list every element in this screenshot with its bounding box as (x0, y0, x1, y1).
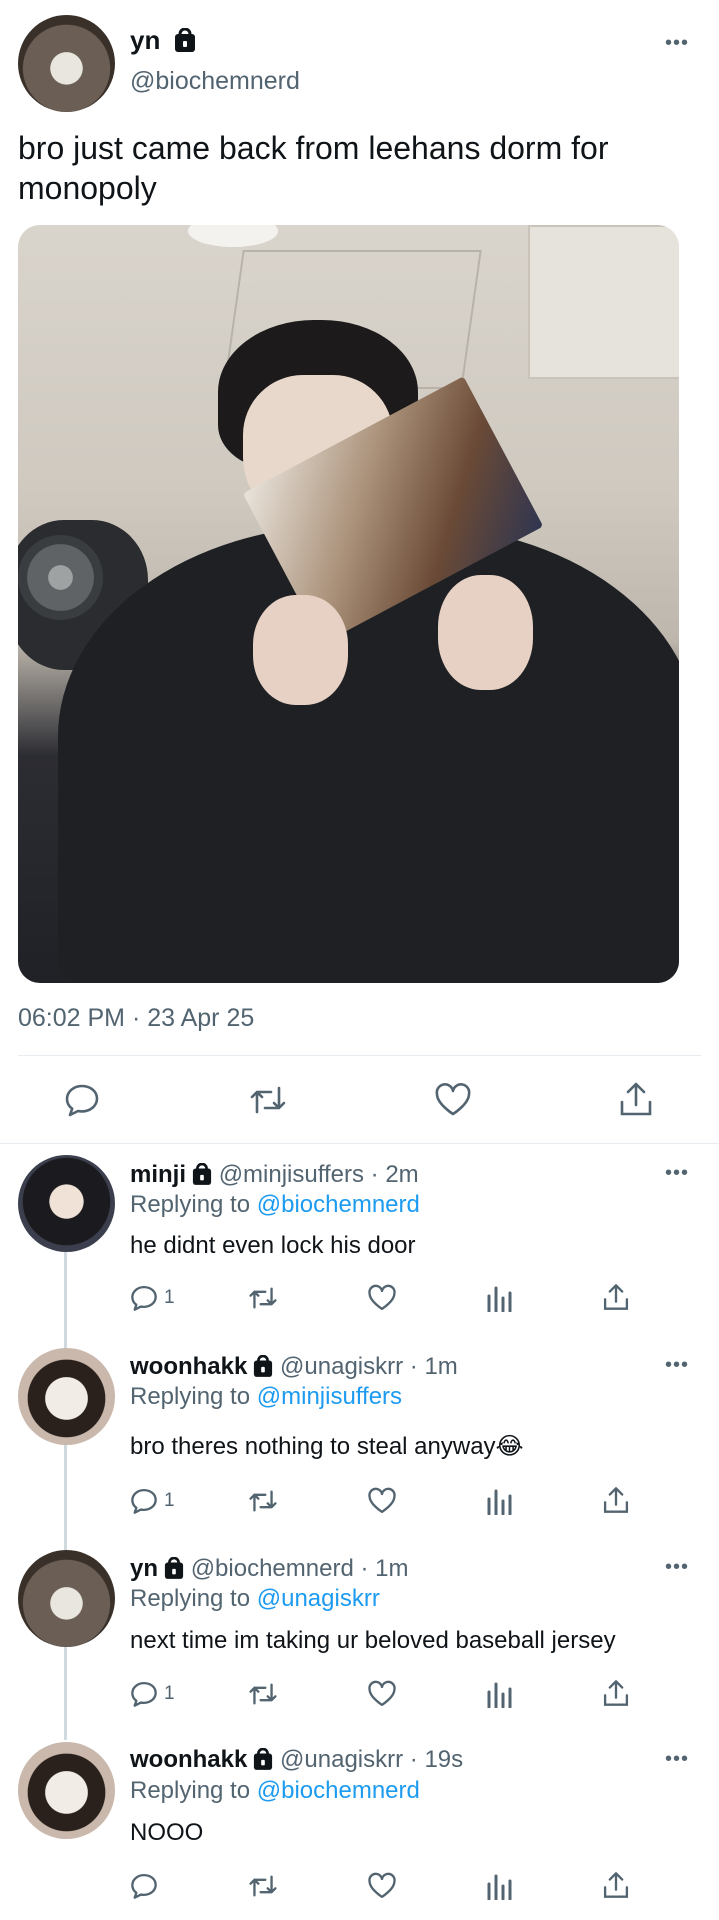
handle[interactable]: @minjisuffers (219, 1161, 364, 1188)
retweet-icon[interactable] (248, 1082, 288, 1118)
share-icon[interactable] (602, 1485, 630, 1515)
reply-count: 1 (164, 1490, 175, 1511)
post-timestamp: 06:02 PM · 23 Apr 25 (18, 1004, 255, 1032)
reply-header: minji @minjisuffers · 2m (130, 1160, 419, 1190)
post-text-line2: monopoly (18, 170, 157, 206)
share-icon[interactable] (602, 1282, 630, 1312)
avatar[interactable] (18, 1550, 115, 1647)
replying-to: Replying to @biochemnerd (130, 1190, 420, 1220)
reply-header: yn @biochemnerd · 1m (130, 1554, 408, 1584)
analytics-icon[interactable] (486, 1872, 512, 1900)
more-options-icon[interactable]: ••• (665, 1748, 689, 1771)
analytics-icon[interactable] (486, 1680, 512, 1708)
display-name[interactable]: minji (130, 1161, 186, 1188)
lock-icon (164, 1557, 184, 1579)
display-name[interactable]: yn (130, 24, 196, 56)
avatar[interactable] (18, 1742, 115, 1839)
replying-to: Replying to @unagiskrr (130, 1584, 380, 1614)
comment-icon[interactable] (130, 1680, 158, 1708)
share-icon[interactable] (618, 1080, 654, 1118)
comment-icon[interactable] (130, 1284, 158, 1312)
replying-to-link[interactable]: @biochemnerd (257, 1191, 420, 1218)
heart-icon[interactable] (367, 1680, 397, 1708)
post-photo[interactable] (18, 225, 679, 983)
post-text-line1: bro just came back from leehans dorm for (18, 130, 609, 166)
reply-text: NOOO (130, 1819, 204, 1846)
reply-count: 1 (164, 1683, 175, 1704)
post-text: bro just came back from leehans dorm for… (18, 128, 608, 208)
share-icon[interactable] (602, 1870, 630, 1900)
more-options-icon[interactable]: ••• (665, 1556, 689, 1579)
replying-prefix: Replying to (130, 1191, 251, 1218)
replying-prefix: Replying to (130, 1777, 251, 1804)
heart-icon[interactable] (367, 1872, 397, 1900)
heart-icon[interactable] (434, 1082, 472, 1118)
display-name[interactable]: yn (130, 1555, 158, 1582)
reply-time: · 1m (360, 1555, 409, 1582)
avatar[interactable] (18, 1348, 115, 1445)
hand-left (253, 595, 348, 705)
divider (0, 1143, 719, 1144)
more-options-icon[interactable]: ••• (665, 1162, 689, 1185)
replying-to-link[interactable]: @biochemnerd (257, 1777, 420, 1804)
avatar[interactable] (18, 1155, 115, 1252)
replying-to-link[interactable]: @unagiskrr (257, 1585, 380, 1612)
lock-icon (174, 28, 196, 52)
reply-text: next time im taking ur beloved baseball … (130, 1627, 616, 1654)
heart-icon[interactable] (367, 1487, 397, 1515)
handle[interactable]: @biochemnerd (191, 1555, 354, 1582)
reply-header: woonhakk @unagiskrr · 1m (130, 1352, 458, 1382)
divider (18, 1055, 701, 1056)
replying-prefix: Replying to (130, 1383, 251, 1410)
thread-line (64, 1250, 67, 1740)
handle[interactable]: @biochemnerd (130, 66, 300, 96)
analytics-icon[interactable] (486, 1487, 512, 1515)
ceiling-vent (528, 225, 679, 379)
replying-to: Replying to @minjisuffers (130, 1382, 402, 1412)
more-options-icon[interactable]: ••• (665, 32, 689, 55)
reply-time: · 1m (409, 1353, 458, 1380)
replying-to: Replying to @biochemnerd (130, 1776, 420, 1806)
studio-light-lens (18, 535, 103, 620)
retweet-icon[interactable] (247, 1284, 279, 1312)
comment-icon[interactable] (130, 1872, 158, 1900)
display-name[interactable]: woonhakk (130, 1353, 247, 1380)
display-name-text[interactable]: yn (130, 25, 160, 55)
comment-icon[interactable] (64, 1082, 100, 1118)
reply-time: · 2m (370, 1161, 419, 1188)
hand-right (438, 575, 533, 690)
analytics-icon[interactable] (486, 1284, 512, 1312)
more-options-icon[interactable]: ••• (665, 1354, 689, 1377)
reply-text: he didnt even lock his door (130, 1232, 416, 1259)
reply-header: woonhakk @unagiskrr · 19s (130, 1745, 463, 1775)
handle[interactable]: @unagiskrr (280, 1353, 403, 1380)
ceiling-light (188, 225, 278, 247)
display-name[interactable]: woonhakk (130, 1746, 247, 1773)
avatar[interactable] (18, 15, 115, 112)
comment-icon[interactable] (130, 1487, 158, 1515)
lock-icon (192, 1163, 212, 1185)
retweet-icon[interactable] (247, 1487, 279, 1515)
replying-prefix: Replying to (130, 1585, 251, 1612)
lock-icon (253, 1748, 273, 1770)
replying-to-link[interactable]: @minjisuffers (257, 1383, 402, 1410)
lock-icon (253, 1355, 273, 1377)
reply-count: 1 (164, 1287, 175, 1308)
retweet-icon[interactable] (247, 1872, 279, 1900)
share-icon[interactable] (602, 1678, 630, 1708)
heart-icon[interactable] (367, 1284, 397, 1312)
reply-text: bro theres nothing to steal anyway😂 (130, 1433, 524, 1460)
reply-time: · 19s (409, 1746, 464, 1773)
handle[interactable]: @unagiskrr (280, 1746, 403, 1773)
retweet-icon[interactable] (247, 1680, 279, 1708)
